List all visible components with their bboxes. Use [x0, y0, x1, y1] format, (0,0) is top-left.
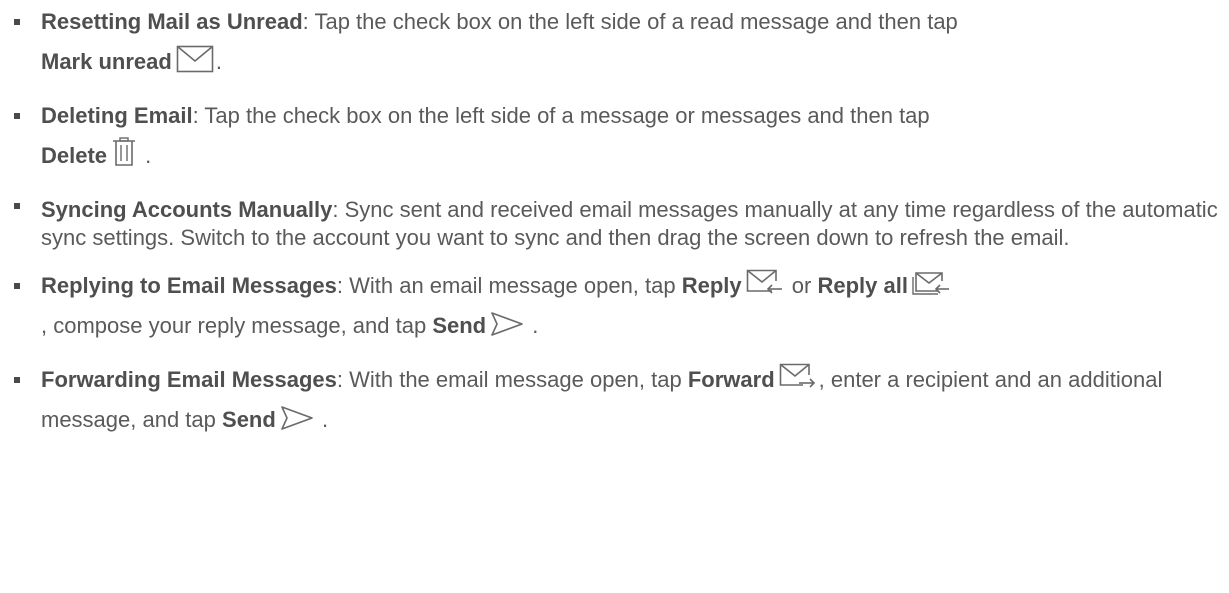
term-heading: Syncing Accounts Manually — [41, 197, 333, 222]
term-heading: Deleting Email — [41, 103, 193, 128]
reply-icon — [746, 269, 784, 297]
ui-label-reply-all: Reply all — [817, 273, 908, 298]
item-text: : With an email message open, tap — [336, 273, 682, 298]
send-icon — [280, 405, 314, 431]
list-item-resetting-unread: Resetting Mail as Unread: Tap the check … — [14, 2, 1226, 82]
item-text: , compose your reply message, and tap — [41, 313, 433, 338]
bullet-marker — [14, 113, 20, 119]
ui-label-delete: Delete — [41, 143, 108, 168]
term-heading: Forwarding Email Messages — [41, 367, 337, 392]
reply-all-icon — [912, 269, 950, 297]
item-end: . — [321, 407, 329, 432]
list-item-syncing-accounts: Syncing Accounts Manually: Sync sent and… — [14, 190, 1226, 252]
list-item-forwarding: Forwarding Email Messages: With the emai… — [14, 360, 1226, 440]
item-text: : Tap the check box on the left side of … — [302, 9, 958, 34]
bullet-marker — [14, 19, 20, 25]
email-tips-list: Resetting Mail as Unread: Tap the check … — [14, 2, 1226, 440]
item-text: : With the email message open, tap — [336, 367, 688, 392]
term-heading: Replying to Email Messages — [41, 273, 337, 298]
forward-icon — [779, 363, 817, 391]
bullet-marker — [14, 203, 20, 209]
item-end: . — [215, 49, 222, 74]
item-end: . — [532, 313, 539, 338]
ui-label-mark-unread: Mark unread — [41, 49, 172, 74]
list-item-replying: Replying to Email Messages: With an emai… — [14, 266, 1226, 346]
bullet-marker — [14, 377, 20, 383]
ui-label-forward: Forward — [687, 367, 775, 392]
bullet-marker — [14, 283, 20, 289]
envelope-icon — [176, 45, 214, 73]
term-heading: Resetting Mail as Unread — [41, 9, 303, 34]
item-end: . — [145, 143, 152, 168]
list-item-deleting-email: Deleting Email: Tap the check box on the… — [14, 96, 1226, 176]
ui-label-reply: Reply — [681, 273, 742, 298]
item-text: : Tap the check box on the left side of … — [192, 103, 930, 128]
ui-label-send: Send — [432, 313, 487, 338]
item-text: or — [785, 273, 818, 298]
trash-icon — [111, 137, 137, 167]
help-page: Resetting Mail as Unread: Tap the check … — [0, 0, 1229, 593]
send-icon — [490, 311, 524, 337]
ui-label-send: Send — [222, 407, 276, 432]
